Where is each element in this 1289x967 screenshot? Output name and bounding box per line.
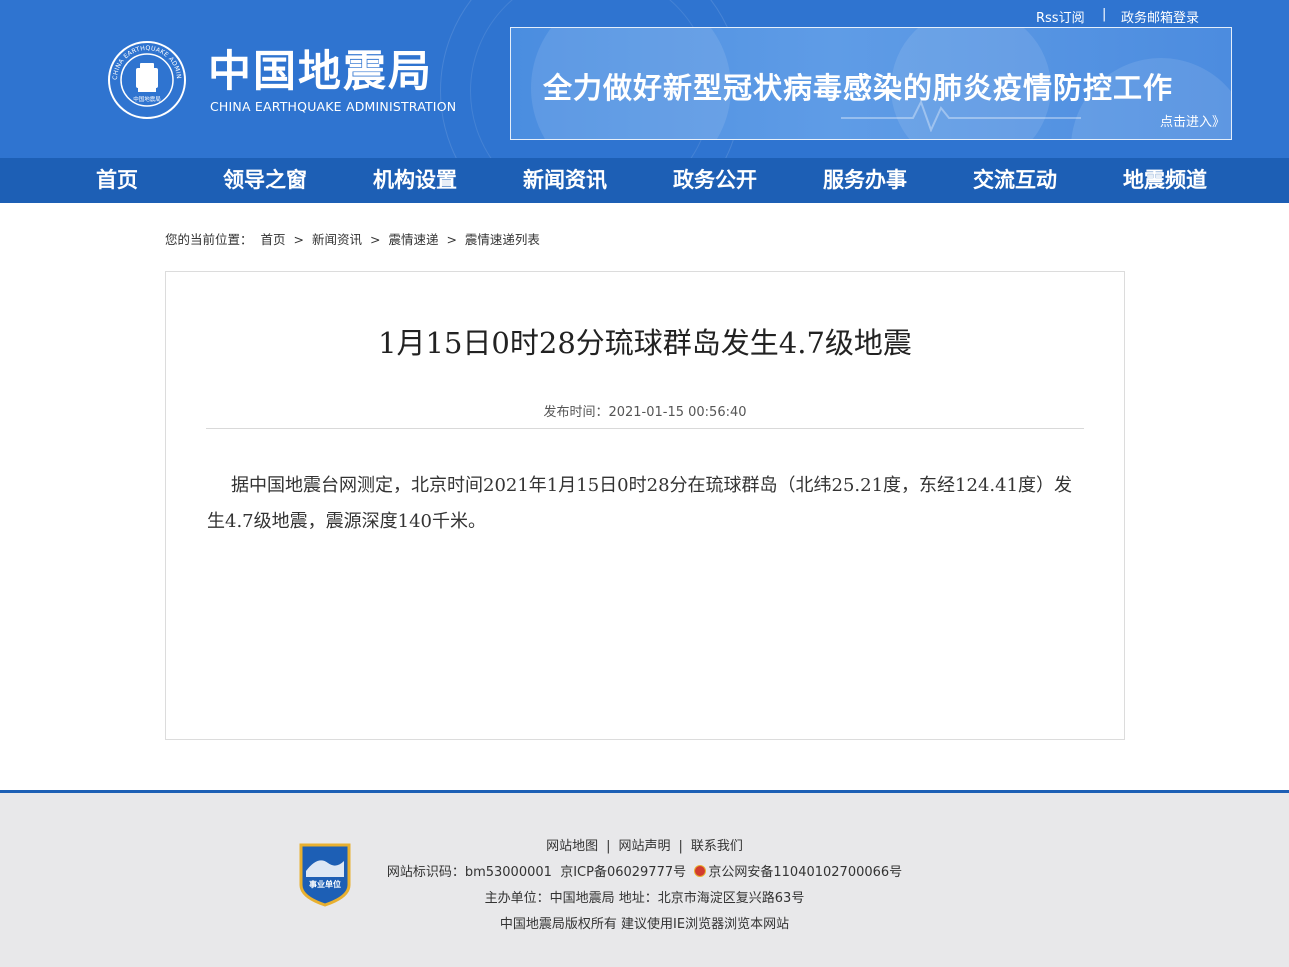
police-badge-icon xyxy=(694,865,707,877)
nav-item-government-affairs[interactable]: 政务公开 xyxy=(673,158,757,203)
footer-sponsor: 主办单位：中国地震局 地址：北京市海淀区复兴路63号 xyxy=(484,891,805,906)
article-publish-time: 发布时间：2021-01-15 00:56:40 xyxy=(543,405,747,420)
breadcrumb-news[interactable]: 新闻资讯 xyxy=(312,232,362,247)
site-name-en: CHINA EARTHQUAKE ADMINISTRATION xyxy=(210,99,457,114)
footer-sitemap-link[interactable]: 网站地图 xyxy=(546,839,598,854)
article-divider xyxy=(206,428,1084,429)
footer-icp-link[interactable]: 京ICP备06029777号 xyxy=(560,865,686,880)
covid-banner[interactable]: 全力做好新型冠状病毒感染的肺炎疫情防控工作 点击进入》 xyxy=(510,27,1232,140)
nav-item-services[interactable]: 服务办事 xyxy=(823,158,907,203)
nav-item-news[interactable]: 新闻资讯 xyxy=(523,158,607,203)
breadcrumb-separator: > xyxy=(446,232,457,247)
nav-item-interaction[interactable]: 交流互动 xyxy=(973,158,1057,203)
breadcrumb-separator: > xyxy=(369,232,381,247)
breadcrumb: 您的当前位置： 首页 > 新闻资讯 > 震情速递 > 震情速递列表 xyxy=(165,229,544,248)
article-title: 1月15日0时28分琉球群岛发生4.7级地震 xyxy=(378,326,912,360)
top-links: Rss订阅 | 政务邮箱登录 xyxy=(1000,7,1240,26)
article-panel: 1月15日0时28分琉球群岛发生4.7级地震 发布时间：2021-01-15 0… xyxy=(165,271,1125,740)
svg-text:中国地震局: 中国地震局 xyxy=(133,95,161,103)
footer-statement-link[interactable]: 网站声明 xyxy=(618,839,670,854)
breadcrumb-home[interactable]: 首页 xyxy=(261,232,286,247)
breadcrumb-separator: > xyxy=(293,232,304,247)
nav-item-home[interactable]: 首页 xyxy=(96,158,138,203)
main-nav: 首页 领导之窗 机构设置 新闻资讯 政务公开 服务办事 交流互动 地震频道 xyxy=(0,158,1289,203)
top-links-separator: | xyxy=(1102,7,1107,22)
footer-registration: 网站标识码：bm53000001 京ICP备06029777号 京公网安备110… xyxy=(0,861,1289,880)
rss-link[interactable]: Rss订阅 xyxy=(1036,7,1085,26)
cea-emblem-icon[interactable]: CHINA EARTHQUAKE ADMINISTRATION 中国地震局 xyxy=(107,40,187,120)
footer-site-code: 网站标识码：bm53000001 xyxy=(386,865,552,880)
footer-copyright: 中国地震局版权所有 建议使用IE浏览器浏览本网站 xyxy=(499,917,790,932)
article-body: 据中国地震台网测定，北京时间2021年1月15日0时28分在琉球群岛（北纬25.… xyxy=(207,475,1073,532)
nav-item-earthquake-channel[interactable]: 地震频道 xyxy=(1123,158,1207,203)
footer-links: 网站地图 | 网站声明 | 联系我们 xyxy=(546,839,743,854)
banner-enter-link[interactable]: 点击进入》 xyxy=(1160,111,1225,130)
footer-public-security-link[interactable]: 京公网安备11040102700066号 xyxy=(708,865,902,880)
breadcrumb-label: 您的当前位置： xyxy=(165,232,253,247)
nav-item-leaders[interactable]: 领导之窗 xyxy=(223,158,307,203)
gov-mail-login-link[interactable]: 政务邮箱登录 xyxy=(1121,7,1199,26)
breadcrumb-quake-express-list[interactable]: 震情速递列表 xyxy=(465,232,540,247)
breadcrumb-quake-express[interactable]: 震情速递 xyxy=(388,232,438,247)
footer-contact-link[interactable]: 联系我们 xyxy=(691,839,743,854)
site-footer: 事业单位 网站地图 | 网站声明 | 联系我们 网站标识码：bm53000001 京IC… xyxy=(0,790,1289,967)
site-name-cn[interactable]: 中国地震局 xyxy=(208,44,433,100)
banner-title: 全力做好新型冠状病毒感染的肺炎疫情防控工作 xyxy=(543,71,1174,105)
site-header: Rss订阅 | 政务邮箱登录 CHINA EARTHQUAKE ADMINIST… xyxy=(0,0,1289,158)
nav-item-organization[interactable]: 机构设置 xyxy=(373,158,457,203)
